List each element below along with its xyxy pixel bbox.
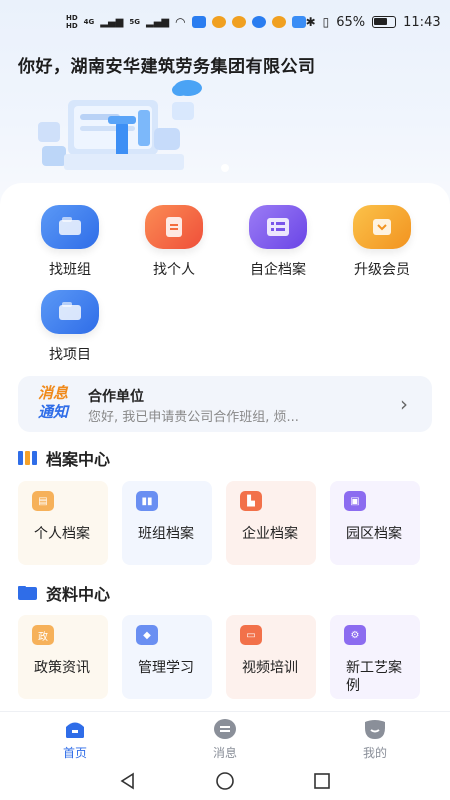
nav-label: 我的 <box>362 746 387 760</box>
policy-icon: 政 <box>32 625 54 645</box>
resource-cards: 政 政策资讯 ◆ 管理学习 ▭ 视频培训 ⚙ 新工艺案例 <box>18 615 432 699</box>
card-label: 管理学习 <box>138 660 194 676</box>
card-label: 企业档案 <box>242 526 298 542</box>
signal-icon: 4G <box>83 18 95 26</box>
resource-card-study[interactable]: ◆ 管理学习 <box>122 615 212 699</box>
card-label: 政策资讯 <box>34 660 90 676</box>
team-icon <box>41 205 99 249</box>
quick-item-own-archive[interactable]: 自企档案 <box>226 205 330 279</box>
resource-card-video[interactable]: ▭ 视频培训 <box>226 615 316 699</box>
section-title: 档案中心 <box>46 450 111 469</box>
battery-icon <box>372 16 397 28</box>
status-right: ✱ ▯ 65% 11:43 <box>306 15 441 30</box>
person-icon <box>145 205 203 249</box>
resource-card-policy[interactable]: 政 政策资讯 <box>18 615 108 699</box>
signal2-bars-icon: ▂▄▆ <box>146 16 170 28</box>
video-icon: ▭ <box>240 625 262 645</box>
home-icon <box>66 722 84 738</box>
park-icon: ▣ <box>344 491 366 511</box>
bluetooth-icon: ✱ <box>305 15 316 29</box>
document-icon: ▤ <box>32 491 54 511</box>
app-notification-icon <box>271 16 286 28</box>
message-icon <box>214 719 236 739</box>
home-circle-icon[interactable] <box>215 771 235 791</box>
archive-card-company[interactable]: ▙ 企业档案 <box>226 481 316 565</box>
battery-percent: 65% <box>336 14 366 30</box>
resource-card-new-process[interactable]: ⚙ 新工艺案例 <box>330 615 420 699</box>
archive-card-park[interactable]: ▣ 园区档案 <box>330 481 420 565</box>
section-resource-center: 资料中心 <box>18 581 110 605</box>
archive-section-icon <box>18 451 37 465</box>
quick-item-label: 自企档案 <box>250 262 306 278</box>
gear-icon: ⚙ <box>344 625 366 645</box>
nav-label: 消息 <box>212 746 237 760</box>
nav-profile[interactable]: 我的 <box>300 712 450 761</box>
recents-icon[interactable] <box>313 772 331 790</box>
card-label: 园区档案 <box>346 526 402 542</box>
quick-grid-row-2: 找项目 <box>0 290 450 364</box>
quick-item-label: 找项目 <box>49 347 91 363</box>
card-label: 班组档案 <box>138 526 194 542</box>
app-notification-icon <box>231 16 246 28</box>
nav-label: 首页 <box>62 746 87 760</box>
card-label: 新工艺案例 <box>346 660 402 694</box>
status-bar: HD HD 4G ▂▄▆ 5G ▂▄▆ ◠ ✱ ▯ 65% 11:43 <box>0 0 450 44</box>
section-archive-center: 档案中心 <box>18 446 110 470</box>
quick-grid-row-1: 找班组 找个人 自企档案 升级会员 <box>0 205 450 279</box>
section-title: 资料中心 <box>46 585 111 604</box>
quick-item-label: 升级会员 <box>354 262 410 278</box>
signal2-icon: 5G <box>129 18 140 26</box>
quick-item-upgrade-vip[interactable]: 升级会员 <box>330 205 434 279</box>
notice-bar[interactable]: 消息 通知 合作单位 您好, 我已申请贵公司合作班组, 烦... › <box>18 376 432 432</box>
folder-icon <box>18 586 37 600</box>
network-badge: HD HD <box>66 14 78 30</box>
status-left: HD HD 4G ▂▄▆ 5G ▂▄▆ ◠ <box>66 14 306 30</box>
banner-illustration[interactable] <box>30 70 230 190</box>
app-notification-icon <box>191 16 206 28</box>
archive-cards: ▤ 个人档案 ▮▮ 班组档案 ▙ 企业档案 ▣ 园区档案 <box>18 481 432 565</box>
back-icon[interactable] <box>119 772 137 790</box>
banner-pager <box>221 164 229 172</box>
company-icon: ▙ <box>240 491 262 511</box>
nav-home[interactable]: 首页 <box>0 712 150 761</box>
pager-dot[interactable] <box>221 164 229 172</box>
quick-item-find-person[interactable]: 找个人 <box>122 205 226 279</box>
system-nav-bar <box>0 761 450 800</box>
profile-icon <box>365 720 385 739</box>
main-panel: 找班组 找个人 自企档案 升级会员 找项目 消息 通知 合作单位 您好, 我已申… <box>0 183 450 711</box>
nav-messages[interactable]: 消息 <box>150 712 300 761</box>
clock: 11:43 <box>403 14 441 30</box>
quick-item-label: 找班组 <box>49 262 91 278</box>
archive-card-personal[interactable]: ▤ 个人档案 <box>18 481 108 565</box>
group-icon: ▮▮ <box>136 491 158 511</box>
vip-icon <box>353 205 411 249</box>
project-icon <box>41 290 99 334</box>
archive-icon <box>249 205 307 249</box>
app-notification-icon <box>251 16 266 28</box>
signal-bars-icon: ▂▄▆ <box>100 16 124 28</box>
app-notification-icon <box>211 16 226 28</box>
study-icon: ◆ <box>136 625 158 645</box>
notice-title: 合作单位 <box>88 389 144 405</box>
app-notification-icon <box>291 16 306 28</box>
quick-item-label: 找个人 <box>153 262 195 278</box>
chevron-right-icon[interactable]: › <box>400 392 408 416</box>
card-label: 个人档案 <box>34 526 90 542</box>
vibrate-icon: ▯ <box>322 15 330 29</box>
notice-tag: 消息 通知 <box>38 384 69 421</box>
archive-card-team[interactable]: ▮▮ 班组档案 <box>122 481 212 565</box>
quick-item-find-team[interactable]: 找班组 <box>18 205 122 279</box>
notice-body: 您好, 我已申请贵公司合作班组, 烦... <box>88 410 299 425</box>
wifi-icon: ◠ <box>175 15 186 29</box>
card-label: 视频培训 <box>242 660 298 676</box>
bottom-nav: 首页 消息 我的 <box>0 711 450 761</box>
quick-item-find-project[interactable]: 找项目 <box>18 290 122 364</box>
